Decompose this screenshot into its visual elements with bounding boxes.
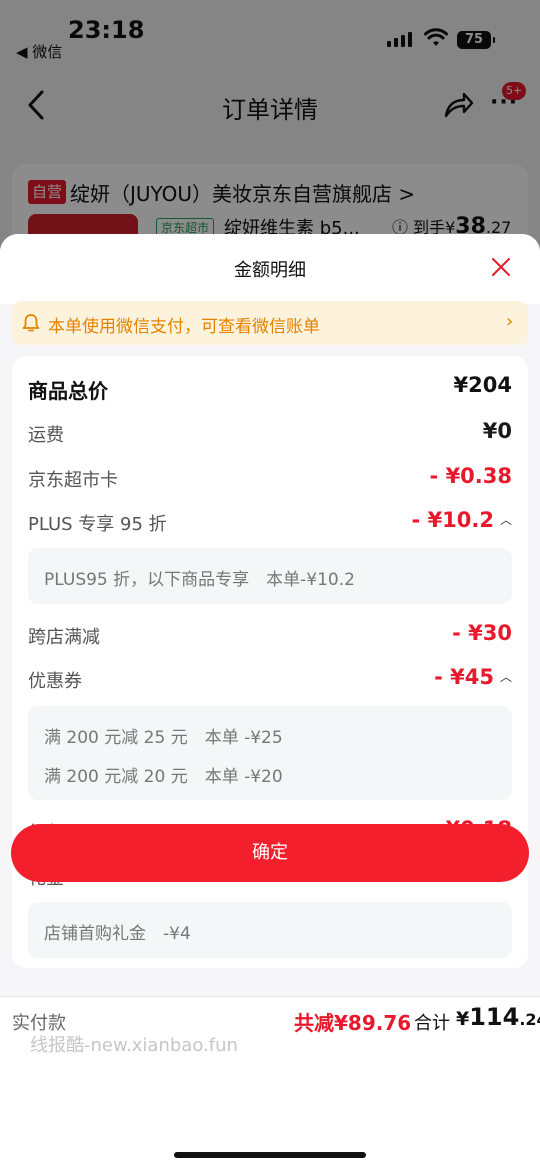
chevron-up-icon[interactable]: ︿ xyxy=(500,511,512,528)
amount-detail-sheet: 金额明细 本单使用微信支付，可查看微信账单 › 商品总价 ¥204 运费 ¥0 … xyxy=(0,234,540,1170)
row-label: 跨店满减 xyxy=(28,627,100,648)
row-value: - ¥0.38 xyxy=(429,464,512,488)
row-value: - ¥10.2 xyxy=(411,508,494,532)
row-value: ¥204 xyxy=(453,373,512,397)
row-label: 运费 xyxy=(28,425,64,446)
total-decimal: .24 xyxy=(519,1010,540,1029)
row-label: PLUS 专享 95 折 xyxy=(28,514,167,535)
total-currency: ¥ xyxy=(456,1008,470,1030)
row-goods-total: 商品总价 ¥204 xyxy=(28,372,512,403)
row-value: - ¥45 xyxy=(434,665,494,689)
detail-line: PLUS95 折，以下商品专享 本单-¥10.2 xyxy=(44,570,355,590)
close-icon[interactable] xyxy=(490,256,512,278)
coupon-detail-box: 满 200 元减 25 元 本单 -¥25 满 200 元减 20 元 本单 -… xyxy=(28,706,512,800)
watermark: 线报酷-new.xianbao.fun xyxy=(30,1035,238,1056)
row-value: - ¥30 xyxy=(452,621,512,645)
chevron-right-icon: › xyxy=(506,311,514,332)
row-cross-store: 跨店满减 - ¥30 xyxy=(28,620,512,650)
plus-detail-box: PLUS95 折，以下商品专享 本单-¥10.2 xyxy=(28,548,512,604)
row-coupon[interactable]: 优惠券 - ¥45 ︿ xyxy=(28,664,512,694)
total-integer: 114 xyxy=(469,1003,520,1031)
row-label: 商品总价 xyxy=(28,379,108,403)
row-market-card: 京东超市卡 - ¥0.38 xyxy=(28,463,512,493)
bell-icon xyxy=(22,314,40,332)
total-amount: ¥114.24 xyxy=(456,1003,540,1031)
detail-line: 店铺首购礼金 -¥4 xyxy=(44,924,191,944)
confirm-button[interactable]: 确定 xyxy=(11,824,529,882)
total-label: 合计 xyxy=(414,1013,450,1034)
sheet-header: 金额明细 xyxy=(0,234,540,304)
payment-footer: 实付款 共减¥89.76 合计 ¥114.24 线报酷-new.xianbao.… xyxy=(0,996,540,1170)
chevron-up-icon[interactable]: ︿ xyxy=(500,668,512,685)
home-indicator[interactable] xyxy=(174,1152,366,1158)
row-plus-discount[interactable]: PLUS 专享 95 折 - ¥10.2 ︿ xyxy=(28,507,512,537)
wechat-pay-notice[interactable]: 本单使用微信支付，可查看微信账单 › xyxy=(12,301,528,345)
detail-line: 满 200 元减 25 元 本单 -¥25 xyxy=(44,728,283,748)
notice-text: 本单使用微信支付，可查看微信账单 xyxy=(48,317,320,337)
detail-line: 满 200 元减 20 元 本单 -¥20 xyxy=(44,767,283,787)
row-label: 京东超市卡 xyxy=(28,470,118,491)
row-value: ¥0 xyxy=(482,419,512,443)
row-shipping: 运费 ¥0 xyxy=(28,418,512,448)
total-reduction: 共减¥89.76 xyxy=(294,1011,412,1035)
row-label: 优惠券 xyxy=(28,671,82,692)
sheet-title: 金额明细 xyxy=(234,260,306,281)
gift-detail-box: 店铺首购礼金 -¥4 xyxy=(28,902,512,958)
